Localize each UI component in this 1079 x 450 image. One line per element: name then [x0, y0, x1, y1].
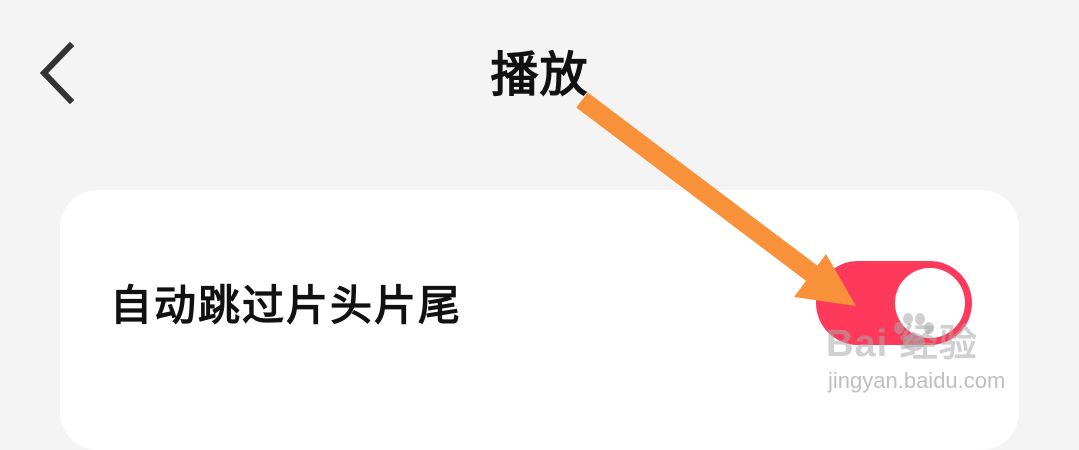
toggle-knob [895, 268, 965, 338]
setting-row-skip-intro-outro[interactable]: 自动跳过片头片尾 [60, 190, 1019, 426]
skip-intro-outro-toggle[interactable] [816, 261, 972, 345]
setting-label: 自动跳过片头片尾 [110, 281, 463, 330]
settings-card: 自动跳过片头片尾 [60, 190, 1019, 450]
page-title: 播放 [490, 47, 589, 103]
